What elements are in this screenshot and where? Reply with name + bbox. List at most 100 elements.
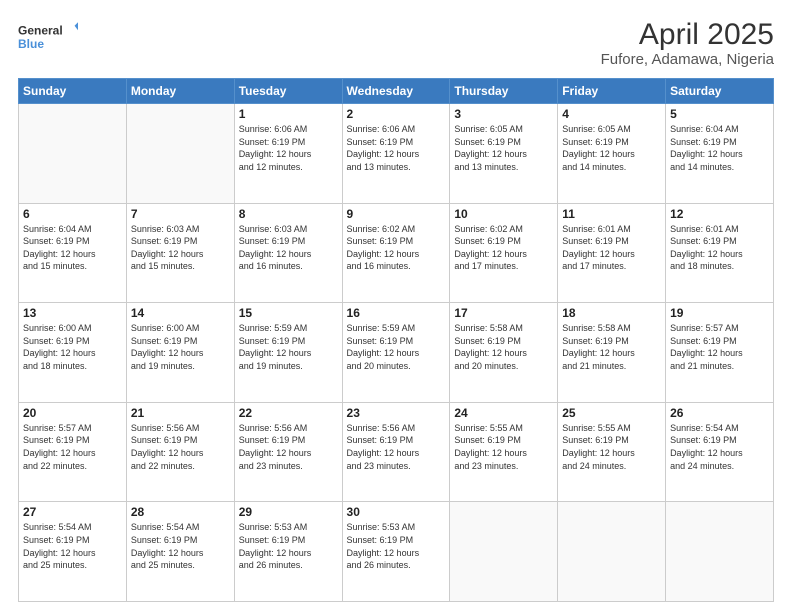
day-info: Sunrise: 6:01 AM Sunset: 6:19 PM Dayligh…: [562, 223, 661, 273]
table-cell: 25 Sunrise: 5:55 AM Sunset: 6:19 PM Dayli…: [558, 402, 666, 502]
header-wednesday: Wednesday: [342, 79, 450, 104]
day-info: Sunrise: 6:05 AM Sunset: 6:19 PM Dayligh…: [454, 123, 553, 173]
table-cell: 19 Sunrise: 5:57 AM Sunset: 6:19 PM Dayli…: [666, 303, 774, 403]
table-cell: 13Sunrise: 6:00 AM Sunset: 6:19 PM Dayli…: [19, 303, 127, 403]
week-row-4: 20 Sunrise: 5:57 AM Sunset: 6:19 PM Dayli…: [19, 402, 774, 502]
table-cell: 6 Sunrise: 6:04 AM Sunset: 6:19 PM Daylig…: [19, 203, 127, 303]
table-cell: 26 Sunrise: 5:54 AM Sunset: 6:19 PM Dayli…: [666, 402, 774, 502]
header-thursday: Thursday: [450, 79, 558, 104]
day-number: 17: [454, 306, 553, 320]
table-cell: 4 Sunrise: 6:05 AM Sunset: 6:19 PM Daylig…: [558, 104, 666, 204]
table-cell: 27 Sunrise: 5:54 AM Sunset: 6:19 PM Dayli…: [19, 502, 127, 602]
table-cell: 20 Sunrise: 5:57 AM Sunset: 6:19 PM Dayli…: [19, 402, 127, 502]
day-info: Sunrise: 5:54 AM Sunset: 6:19 PM Dayligh…: [131, 521, 230, 571]
day-info: Sunrise: 5:59 AM Sunset: 6:19 PM Dayligh…: [347, 322, 446, 372]
header-friday: Friday: [558, 79, 666, 104]
day-info: Sunrise: 6:03 AM Sunset: 6:19 PM Dayligh…: [239, 223, 338, 273]
day-number: 19: [670, 306, 769, 320]
logo-svg: General Blue: [18, 18, 78, 54]
table-cell: 12Sunrise: 6:01 AM Sunset: 6:19 PM Dayli…: [666, 203, 774, 303]
day-number: 6: [23, 207, 122, 221]
table-cell: 30Sunrise: 5:53 AM Sunset: 6:19 PM Dayli…: [342, 502, 450, 602]
day-info: Sunrise: 5:55 AM Sunset: 6:19 PM Dayligh…: [454, 422, 553, 472]
day-number: 4: [562, 107, 661, 121]
day-number: 10: [454, 207, 553, 221]
table-cell: 9 Sunrise: 6:02 AM Sunset: 6:19 PM Daylig…: [342, 203, 450, 303]
day-info: Sunrise: 5:53 AM Sunset: 6:19 PM Dayligh…: [239, 521, 338, 571]
table-cell: 22 Sunrise: 5:56 AM Sunset: 6:19 PM Dayli…: [234, 402, 342, 502]
day-number: 22: [239, 406, 338, 420]
day-info: Sunrise: 6:00 AM Sunset: 6:19 PM Dayligh…: [131, 322, 230, 372]
day-number: 24: [454, 406, 553, 420]
table-cell: 15 Sunrise: 5:59 AM Sunset: 6:19 PM Dayli…: [234, 303, 342, 403]
day-info: Sunrise: 5:57 AM Sunset: 6:19 PM Dayligh…: [670, 322, 769, 372]
week-row-5: 27 Sunrise: 5:54 AM Sunset: 6:19 PM Dayli…: [19, 502, 774, 602]
logo: General Blue: [18, 18, 78, 54]
header: General Blue April 2025 Fufore, Adamawa,…: [18, 18, 774, 68]
day-number: 2: [347, 107, 446, 121]
table-cell: 23 Sunrise: 5:56 AM Sunset: 6:19 PM Dayli…: [342, 402, 450, 502]
table-cell: 24 Sunrise: 5:55 AM Sunset: 6:19 PM Dayli…: [450, 402, 558, 502]
day-number: 29: [239, 505, 338, 519]
day-number: 7: [131, 207, 230, 221]
day-number: 5: [670, 107, 769, 121]
table-cell: 16Sunrise: 5:59 AM Sunset: 6:19 PM Dayli…: [342, 303, 450, 403]
day-info: Sunrise: 5:54 AM Sunset: 6:19 PM Dayligh…: [670, 422, 769, 472]
table-cell: 17 Sunrise: 5:58 AM Sunset: 6:19 PM Dayli…: [450, 303, 558, 403]
day-info: Sunrise: 5:56 AM Sunset: 6:19 PM Dayligh…: [347, 422, 446, 472]
header-monday: Monday: [126, 79, 234, 104]
header-saturday: Saturday: [666, 79, 774, 104]
day-number: 9: [347, 207, 446, 221]
day-number: 21: [131, 406, 230, 420]
day-info: Sunrise: 6:06 AM Sunset: 6:19 PM Dayligh…: [239, 123, 338, 173]
day-number: 25: [562, 406, 661, 420]
day-info: Sunrise: 5:59 AM Sunset: 6:19 PM Dayligh…: [239, 322, 338, 372]
table-cell: 10Sunrise: 6:02 AM Sunset: 6:19 PM Dayli…: [450, 203, 558, 303]
day-info: Sunrise: 5:57 AM Sunset: 6:19 PM Dayligh…: [23, 422, 122, 472]
day-number: 28: [131, 505, 230, 519]
table-cell: 2 Sunrise: 6:06 AM Sunset: 6:19 PM Daylig…: [342, 104, 450, 204]
table-cell: 28 Sunrise: 5:54 AM Sunset: 6:19 PM Dayli…: [126, 502, 234, 602]
table-cell: 1 Sunrise: 6:06 AM Sunset: 6:19 PM Daylig…: [234, 104, 342, 204]
day-info: Sunrise: 5:55 AM Sunset: 6:19 PM Dayligh…: [562, 422, 661, 472]
day-number: 26: [670, 406, 769, 420]
day-info: Sunrise: 6:04 AM Sunset: 6:19 PM Dayligh…: [23, 223, 122, 273]
table-cell: 18Sunrise: 5:58 AM Sunset: 6:19 PM Dayli…: [558, 303, 666, 403]
table-cell: 8 Sunrise: 6:03 AM Sunset: 6:19 PM Daylig…: [234, 203, 342, 303]
day-info: Sunrise: 5:56 AM Sunset: 6:19 PM Dayligh…: [239, 422, 338, 472]
day-info: Sunrise: 6:01 AM Sunset: 6:19 PM Dayligh…: [670, 223, 769, 273]
svg-text:General: General: [18, 23, 63, 37]
day-number: 27: [23, 505, 122, 519]
day-number: 1: [239, 107, 338, 121]
table-cell: 29 Sunrise: 5:53 AM Sunset: 6:19 PM Dayli…: [234, 502, 342, 602]
title-block: April 2025 Fufore, Adamawa, Nigeria: [601, 18, 774, 68]
day-info: Sunrise: 6:05 AM Sunset: 6:19 PM Dayligh…: [562, 123, 661, 173]
table-cell: 21Sunrise: 5:56 AM Sunset: 6:19 PM Dayli…: [126, 402, 234, 502]
table-cell: 14Sunrise: 6:00 AM Sunset: 6:19 PM Dayli…: [126, 303, 234, 403]
day-info: Sunrise: 5:53 AM Sunset: 6:19 PM Dayligh…: [347, 521, 446, 571]
header-sunday: Sunday: [19, 79, 127, 104]
page: General Blue April 2025 Fufore, Adamawa,…: [0, 0, 792, 612]
table-cell: 5Sunrise: 6:04 AM Sunset: 6:19 PM Daylig…: [666, 104, 774, 204]
header-tuesday: Tuesday: [234, 79, 342, 104]
day-number: 13: [23, 306, 122, 320]
day-number: 23: [347, 406, 446, 420]
day-info: Sunrise: 5:58 AM Sunset: 6:19 PM Dayligh…: [454, 322, 553, 372]
table-cell: 11Sunrise: 6:01 AM Sunset: 6:19 PM Dayli…: [558, 203, 666, 303]
table-cell: [666, 502, 774, 602]
day-number: 8: [239, 207, 338, 221]
calendar-header-row: SundayMondayTuesdayWednesdayThursdayFrid…: [19, 79, 774, 104]
day-info: Sunrise: 6:02 AM Sunset: 6:19 PM Dayligh…: [347, 223, 446, 273]
table-cell: 7 Sunrise: 6:03 AM Sunset: 6:19 PM Daylig…: [126, 203, 234, 303]
table-cell: [558, 502, 666, 602]
day-info: Sunrise: 6:03 AM Sunset: 6:19 PM Dayligh…: [131, 223, 230, 273]
week-row-1: 1 Sunrise: 6:06 AM Sunset: 6:19 PM Daylig…: [19, 104, 774, 204]
svg-text:Blue: Blue: [18, 37, 44, 51]
day-number: 20: [23, 406, 122, 420]
day-info: Sunrise: 5:54 AM Sunset: 6:19 PM Dayligh…: [23, 521, 122, 571]
day-number: 15: [239, 306, 338, 320]
day-info: Sunrise: 6:06 AM Sunset: 6:19 PM Dayligh…: [347, 123, 446, 173]
day-number: 18: [562, 306, 661, 320]
table-cell: 3Sunrise: 6:05 AM Sunset: 6:19 PM Daylig…: [450, 104, 558, 204]
week-row-3: 13 Sunrise: 6:00 AM Sunset: 6:19 PM Dayli…: [19, 303, 774, 403]
